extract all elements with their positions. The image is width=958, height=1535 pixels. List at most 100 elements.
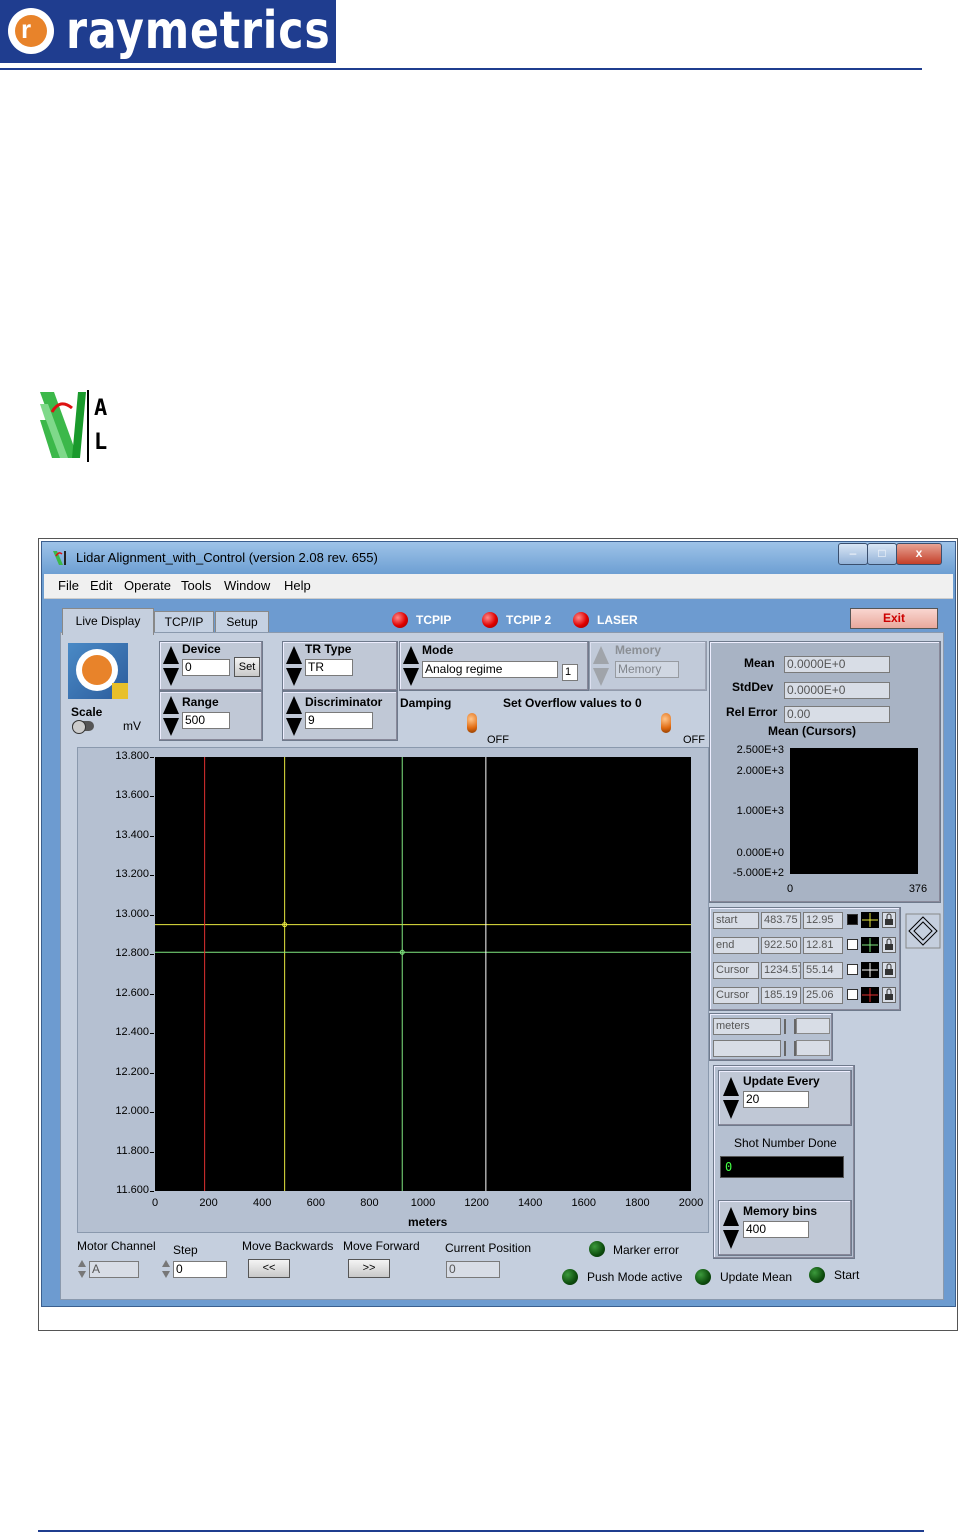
cursor-visible-checkbox[interactable] [847,939,858,950]
tr-type-input[interactable]: TR [305,659,353,676]
y-tick-label: 12.000 [115,1105,149,1118]
lidar-alignment-app-icon: A L [38,390,116,462]
y-tick-label: 13.600 [115,789,149,802]
x-tick-label: 0 [151,1197,159,1209]
tr-type-control: TR Type TR [282,641,398,691]
cursor-name[interactable]: Cursor [713,987,759,1004]
memory-bins-input[interactable]: 400 [743,1221,809,1238]
motor-channel-label: Motor Channel [77,1239,156,1253]
main-plot-area[interactable] [155,757,691,1191]
y-tick-mark [150,875,154,877]
y-tick-mark [150,993,154,995]
update-mean-led[interactable] [695,1269,711,1285]
tab-tcpip[interactable]: TCP/IP [154,611,214,634]
step-stepper-icon[interactable] [161,1259,171,1279]
cursor-style-icon[interactable] [861,962,879,978]
cursor-visible-checkbox[interactable] [847,964,858,975]
laser-led [573,612,589,628]
current-position-label: Current Position [445,1241,532,1255]
title-bar[interactable]: Lidar Alignment_with_Control (version 2.… [42,542,955,574]
device-stepper-icon[interactable] [162,644,180,688]
cursor-visible-checkbox[interactable] [847,989,858,1000]
app-window: Lidar Alignment_with_Control (version 2.… [41,541,956,1307]
cursor-lock-icon[interactable] [882,962,896,978]
maximize-button[interactable]: □ [867,543,897,565]
y-axis-unit[interactable] [713,1040,781,1057]
overflow-toggle[interactable] [661,713,671,733]
move-backwards-button[interactable]: << [248,1259,290,1278]
memory-bins-control: Memory bins 400 [718,1200,852,1256]
y-tick-label: 13.200 [115,868,149,881]
cursor-y-value: 12.81 [803,937,843,954]
discriminator-stepper-icon[interactable] [285,694,303,738]
y-scale-lock-icon[interactable] [784,1041,796,1056]
tab-live-display[interactable]: Live Display [62,608,154,635]
motor-channel-stepper-icon[interactable] [77,1259,87,1279]
y-tick-mark [150,954,154,956]
push-mode-label: Push Mode active [587,1270,683,1284]
menu-file[interactable]: File [58,578,79,593]
damping-toggle[interactable] [467,713,477,733]
exit-button[interactable]: Exit [850,608,938,629]
brand-logo: r raymetrics [0,0,336,63]
update-every-stepper-icon[interactable] [722,1075,740,1121]
menu-help[interactable]: Help [284,578,311,593]
cursor-overlay [155,757,691,1191]
tcpip-label: TCPIP [416,613,452,627]
y-tick-label: 11.600 [116,1184,149,1196]
device-label: Device [182,642,221,656]
cursor-style-icon[interactable] [861,912,879,928]
x-axis-unit[interactable]: meters [713,1018,781,1035]
x-scale-lock-icon[interactable] [784,1019,796,1034]
mean-label: Mean [744,656,775,670]
move-forward-button[interactable]: >> [348,1259,390,1278]
memory-stepper-icon [593,646,609,686]
cursor-lock-icon[interactable] [882,937,896,953]
minimize-button[interactable]: – [838,543,868,565]
damping-state: OFF [487,734,509,746]
acquisition-panel: Update Every 20 Shot Number Done 0 Memor… [713,1065,855,1259]
device-input[interactable]: 0 [182,659,230,676]
range-stepper-icon[interactable] [162,694,180,738]
marker-error-led [589,1241,605,1257]
x-format-icon[interactable] [796,1018,830,1034]
cursor-move-icon[interactable] [905,913,941,949]
step-label: Step [173,1243,198,1257]
update-every-control: Update Every 20 [718,1070,852,1126]
device-set-button[interactable]: Set [234,657,260,677]
cursor-style-icon[interactable] [861,937,879,953]
discriminator-input[interactable]: 9 [305,712,373,729]
scale-toggle[interactable] [72,720,94,734]
cursor-visible-checkbox[interactable] [847,914,858,925]
cursor-name[interactable]: start [713,912,759,929]
memory-bins-stepper-icon[interactable] [722,1205,740,1251]
y-format-icon[interactable] [796,1040,830,1056]
cursor-name[interactable]: Cursor [713,962,759,979]
motor-channel-input[interactable]: A [89,1261,139,1278]
cursor-style-icon[interactable] [861,987,879,1003]
cursor-x-value: 483.75 [761,912,801,929]
close-button[interactable]: x [896,543,942,565]
step-input[interactable]: 0 [173,1261,227,1278]
mode-input[interactable]: Analog regime [422,661,558,678]
tab-setup[interactable]: Setup [215,611,269,634]
cursor-lock-icon[interactable] [882,912,896,928]
menu-edit[interactable]: Edit [90,578,112,593]
start-led[interactable] [809,1267,825,1283]
tr-type-stepper-icon[interactable] [285,644,303,688]
menu-operate[interactable]: Operate [124,578,171,593]
update-every-input[interactable]: 20 [743,1091,809,1108]
menu-window[interactable]: Window [224,578,270,593]
relerr-label: Rel Error [726,705,778,719]
cursor-legend: start 483.75 12.95 end 922.50 12.81 Cursor 1234… [709,907,901,1011]
cursor-lock-icon[interactable] [882,987,896,1003]
y-tick-label: 13.000 [115,907,149,920]
tcpip2-label: TCPIP 2 [506,613,552,627]
range-input[interactable]: 500 [182,712,230,729]
move-forward-label: Move Forward [343,1239,420,1253]
stats-panel: Mean 0.0000E+0 StdDev 0.0000E+0 Rel Erro… [709,641,941,903]
start-label: Start [834,1268,860,1282]
cursor-name[interactable]: end [713,937,759,954]
menu-tools[interactable]: Tools [181,578,211,593]
mode-stepper-icon[interactable] [402,644,420,688]
